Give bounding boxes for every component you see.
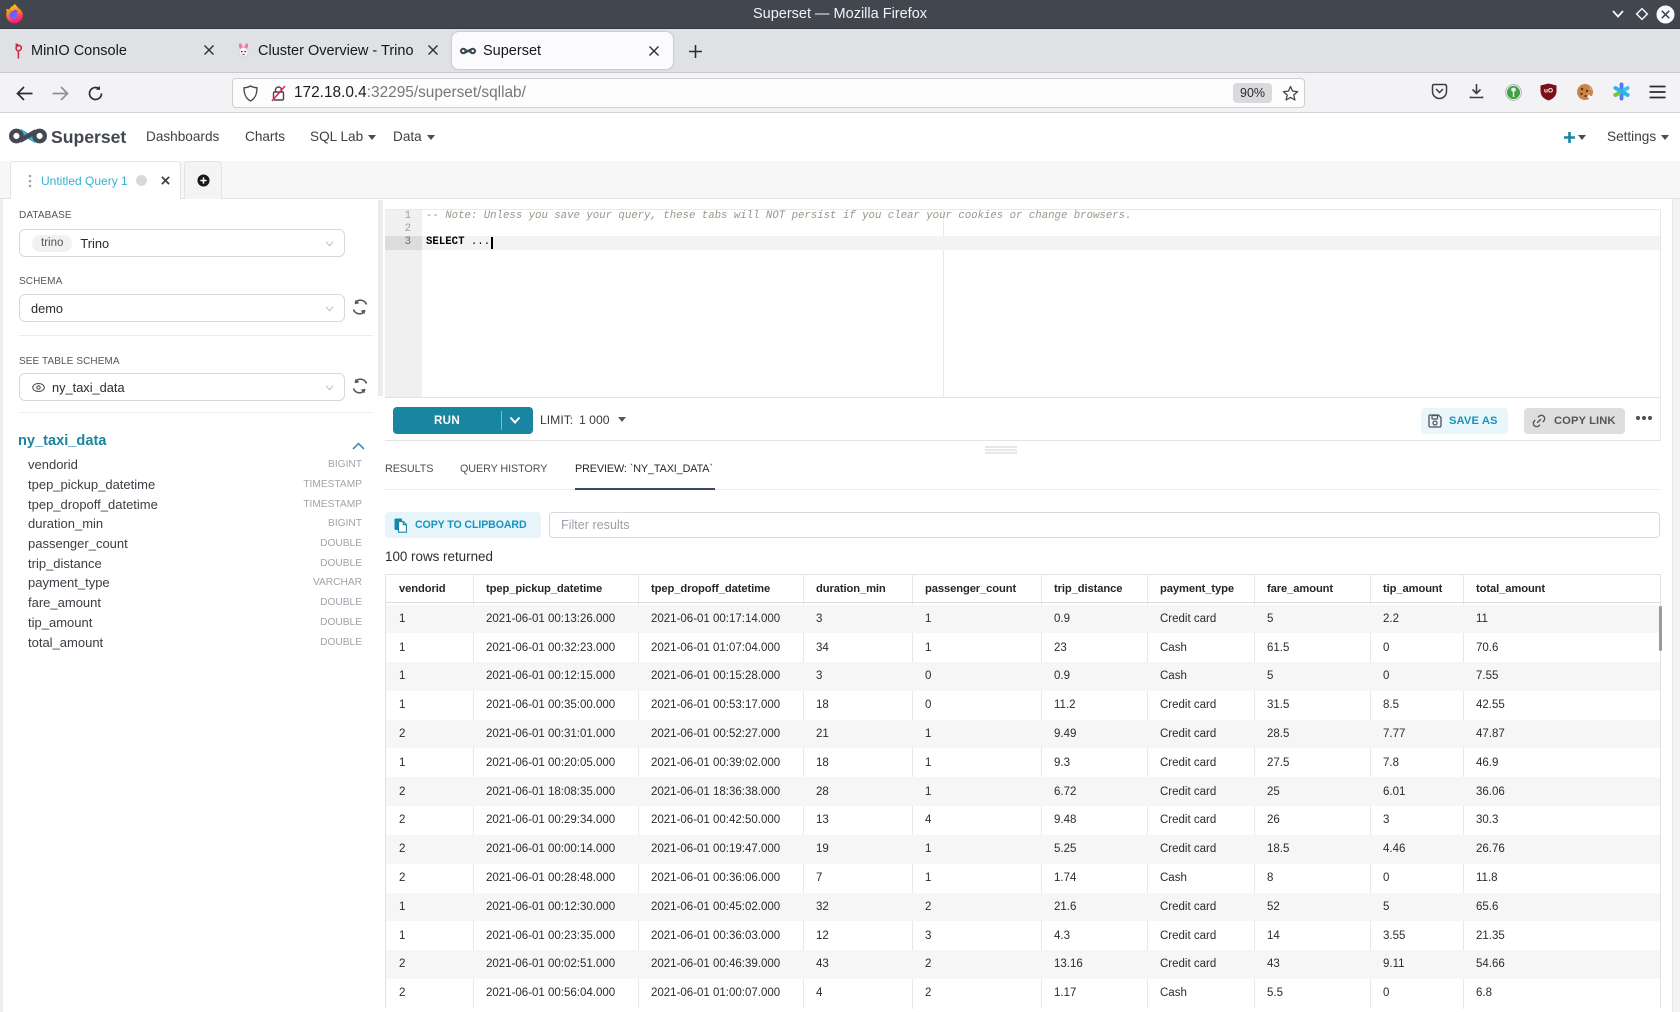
svg-text:uO: uO — [1544, 88, 1553, 95]
